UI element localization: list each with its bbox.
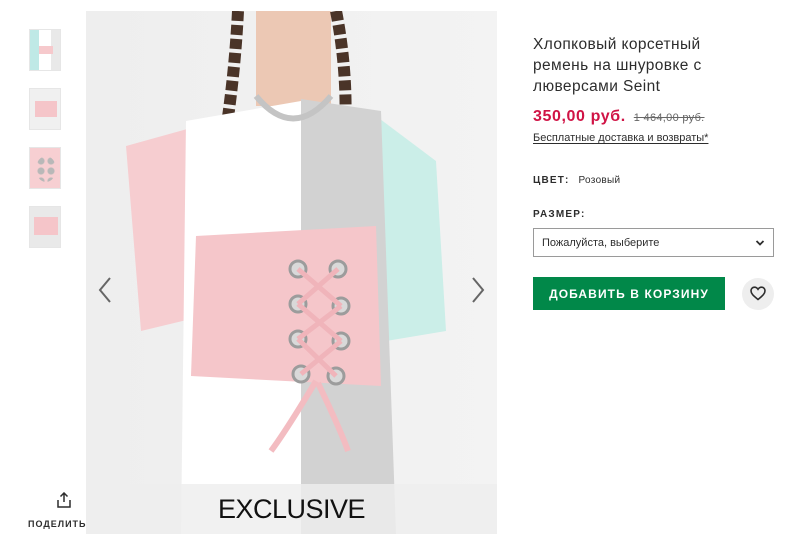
- heart-icon: [750, 286, 766, 301]
- color-row: ЦВЕТ: Розовый: [533, 175, 778, 186]
- product-photo-illustration: [126, 11, 446, 534]
- thumbnail-2[interactable]: [29, 88, 61, 130]
- price-row: 350,00 руб. 1 464,00 руб.: [533, 108, 778, 126]
- old-price: 1 464,00 руб.: [633, 112, 705, 124]
- size-select-value: Пожалуйста, выберите: [542, 236, 660, 249]
- size-select[interactable]: Пожалуйста, выберите: [533, 228, 774, 257]
- size-label: РАЗМЕР:: [533, 209, 586, 220]
- save-to-wishlist-button[interactable]: [742, 277, 774, 310]
- purchase-actions: ДОБАВИТЬ В КОРЗИНУ: [533, 277, 778, 310]
- thumbnail-3[interactable]: [29, 147, 61, 189]
- share-label: ПОДЕЛИТЬ: [28, 519, 87, 529]
- color-label: ЦВЕТ:: [533, 175, 570, 186]
- free-delivery-link[interactable]: Бесплатные доставка и возвраты*: [533, 132, 708, 144]
- thumbnail-1[interactable]: [29, 29, 61, 71]
- product-info-panel: Хлопковый корсетный ремень на шнуровке с…: [533, 34, 778, 310]
- next-image-button[interactable]: [465, 275, 489, 305]
- chevron-left-icon: [98, 277, 111, 303]
- exclusive-banner: EXCLUSIVE: [86, 484, 497, 534]
- product-title: Хлопковый корсетный ремень на шнуровке с…: [533, 36, 702, 95]
- product-main-image: EXCLUSIVE: [86, 11, 497, 534]
- chevron-down-icon: [755, 239, 765, 246]
- thumbnail-list: [29, 29, 61, 265]
- current-price: 350,00 руб.: [533, 108, 626, 125]
- thumbnail-4[interactable]: [29, 206, 61, 248]
- chevron-right-icon: [472, 277, 485, 303]
- exclusive-label: EXCLUSIVE: [217, 493, 366, 524]
- color-value: Розовый: [578, 175, 621, 186]
- share-button[interactable]: ПОДЕЛИТЬ: [28, 492, 90, 532]
- previous-image-button[interactable]: [94, 275, 118, 305]
- share-icon: [57, 492, 71, 508]
- add-to-bag-button[interactable]: ДОБАВИТЬ В КОРЗИНУ: [533, 277, 725, 310]
